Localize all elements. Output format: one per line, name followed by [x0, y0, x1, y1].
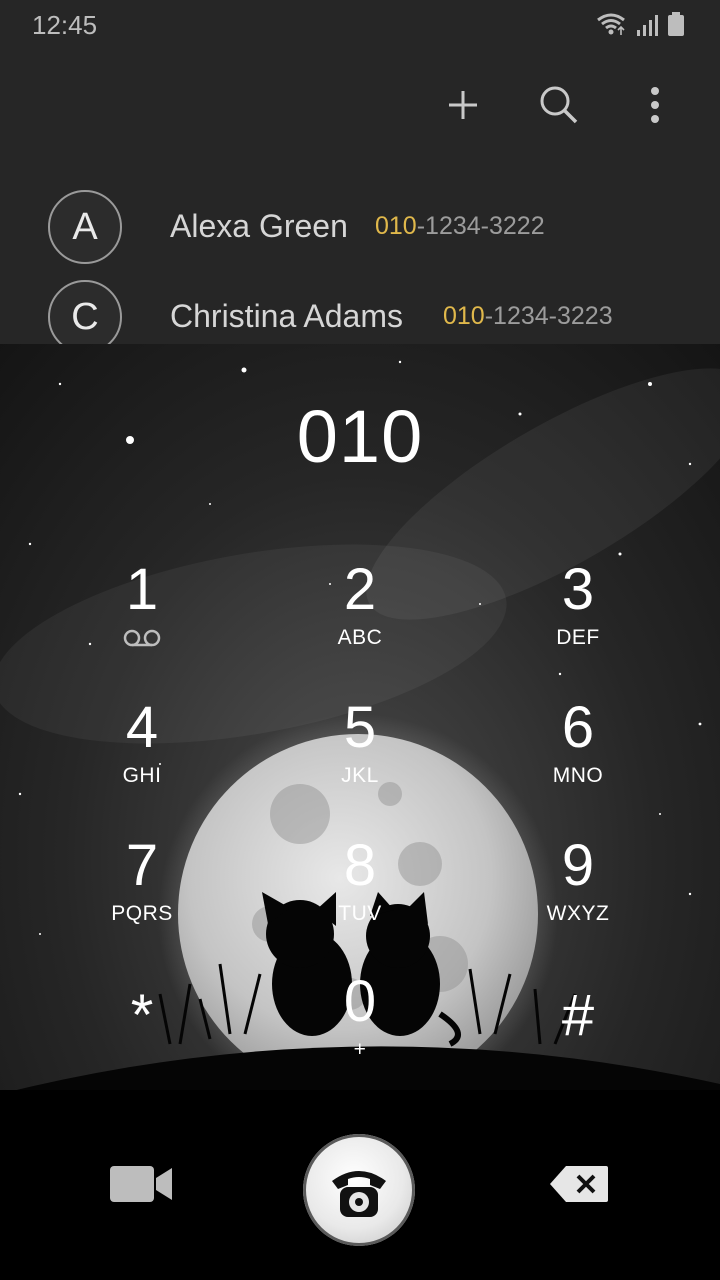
dialer-bottom-bar	[0, 1090, 720, 1280]
key-letters: GHI	[122, 764, 162, 787]
contact-name: Christina Adams	[170, 298, 403, 334]
key-8[interactable]: 8 TUV	[260, 834, 460, 954]
key-digit: 5	[343, 695, 377, 760]
key-digit: *	[130, 983, 154, 1048]
search-button[interactable]	[534, 82, 584, 128]
wifi-icon	[597, 13, 625, 35]
status-time: 12:45	[32, 10, 98, 40]
key-digit: 9	[561, 833, 595, 898]
key-letters: PQRS	[111, 902, 173, 925]
avatar: C	[48, 280, 122, 344]
avatar: A	[48, 190, 122, 264]
contact-name: Alexa Green	[170, 208, 348, 244]
top-action-bar	[438, 82, 680, 128]
phone-call-icon	[332, 1171, 386, 1217]
key-0[interactable]: 0 +	[260, 970, 460, 1090]
voicemail-icon	[123, 629, 161, 647]
key-digit: 0	[343, 969, 377, 1034]
key-letters: MNO	[552, 764, 604, 787]
key-digit: 7	[125, 833, 159, 898]
contact-suggestions-list: A Alexa Green 010-1234-3222 C Christina …	[0, 180, 720, 344]
key-2[interactable]: 2 ABC	[260, 558, 460, 678]
key-5[interactable]: 5 JKL	[260, 696, 460, 816]
key-6[interactable]: 6 MNO	[478, 696, 678, 816]
signal-icon	[637, 15, 658, 36]
number-rest: -1234-3223	[484, 302, 613, 330]
key-digit: 8	[343, 833, 377, 898]
key-star[interactable]: *	[42, 984, 242, 1104]
video-call-icon	[110, 1166, 172, 1202]
key-digit: 2	[343, 557, 377, 622]
key-letters: TUV	[338, 902, 382, 925]
key-letters: +	[353, 1038, 367, 1061]
add-contact-button[interactable]	[438, 82, 488, 128]
battery-icon	[668, 12, 684, 36]
status-icons	[596, 12, 684, 36]
key-7[interactable]: 7 PQRS	[42, 834, 242, 954]
call-button[interactable]	[303, 1134, 415, 1246]
delete-button[interactable]	[540, 1154, 620, 1214]
search-icon	[540, 86, 578, 124]
contact-number: 010-1234-3222	[375, 212, 545, 241]
number-match-highlight: 010	[375, 212, 417, 240]
more-vertical-icon	[651, 87, 659, 123]
key-1[interactable]: 1	[42, 558, 242, 678]
status-bar: 12:45	[0, 0, 720, 50]
contact-row-christina-adams[interactable]: C Christina Adams 010-1234-3223	[0, 280, 720, 344]
key-3[interactable]: 3 DEF	[478, 558, 678, 678]
contact-number: 010-1234-3223	[443, 302, 613, 331]
number-rest: -1234-3222	[416, 212, 545, 240]
number-match-highlight: 010	[443, 302, 485, 330]
key-digit: 3	[561, 557, 595, 622]
key-digit: 6	[561, 695, 595, 760]
keypad: 1 2 ABC 3 DEF 4 GHI 5 JKL 6 MNO 7 PQRS 8…	[0, 344, 720, 1124]
key-letters: ABC	[337, 626, 383, 649]
key-digit: #	[561, 983, 595, 1048]
dialer-panel: 010 1 2 ABC 3 DEF 4 GHI 5 JKL 6 MNO 7 PQ…	[0, 344, 720, 1280]
key-digit: 1	[125, 557, 159, 622]
plus-icon	[449, 91, 477, 119]
video-call-button[interactable]	[102, 1154, 182, 1214]
contact-row-alexa-green[interactable]: A Alexa Green 010-1234-3222	[0, 190, 720, 280]
key-9[interactable]: 9 WXYZ	[478, 834, 678, 954]
key-digit: 4	[125, 695, 159, 760]
key-letters: DEF	[556, 626, 600, 649]
key-letters: WXYZ	[546, 902, 610, 925]
backspace-icon	[550, 1166, 608, 1202]
more-options-button[interactable]	[630, 82, 680, 128]
key-hash[interactable]: #	[478, 984, 678, 1104]
key-4[interactable]: 4 GHI	[42, 696, 242, 816]
key-letters: JKL	[341, 764, 379, 787]
